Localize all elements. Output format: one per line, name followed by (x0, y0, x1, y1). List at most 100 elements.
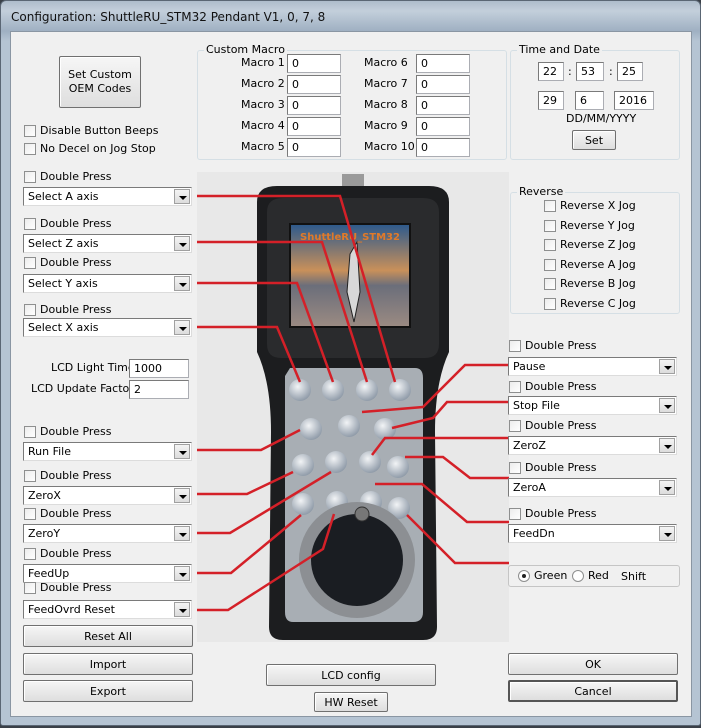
import-button[interactable]: Import (23, 653, 193, 675)
chevron-down-icon[interactable] (174, 189, 190, 204)
chevron-down-icon[interactable] (174, 566, 190, 581)
macro-field[interactable]: 0 (287, 117, 341, 136)
reverse-checkbox[interactable] (544, 278, 556, 290)
reverse-checkbox[interactable] (544, 258, 556, 271)
double-press-checkbox[interactable] (509, 381, 521, 393)
macro-field[interactable]: 0 (287, 96, 341, 115)
lcd-light-time-field[interactable]: 1000 (129, 359, 189, 378)
button-action-select[interactable]: ZeroA (508, 478, 677, 497)
double-press-checkbox[interactable] (24, 218, 36, 230)
chevron-down-icon[interactable] (659, 438, 675, 453)
button-action-select[interactable]: Select Z axis (23, 234, 192, 253)
lcd-update-factor-field[interactable]: 2 (129, 380, 189, 399)
no-decel-checkbox[interactable] (24, 143, 36, 155)
button-action-select[interactable]: FeedOvrd Reset (23, 600, 192, 619)
reverse-checkbox[interactable] (544, 219, 556, 232)
chevron-down-icon[interactable] (174, 320, 190, 335)
double-press-checkbox[interactable] (24, 548, 36, 560)
chevron-down-icon[interactable] (659, 480, 675, 495)
selected-action: FeedOvrd Reset (28, 603, 115, 616)
macro-label: Macro 4 (241, 119, 285, 132)
double-press-checkbox[interactable] (24, 470, 36, 482)
double-press-label: Double Press (40, 303, 112, 316)
export-button[interactable]: Export (23, 680, 193, 702)
double-press-checkbox[interactable] (24, 582, 36, 594)
shift-red-label: Red (588, 569, 609, 582)
chevron-down-icon[interactable] (174, 526, 190, 541)
macro-label: Macro 10 (364, 140, 415, 153)
minute-field[interactable]: 53 (576, 62, 604, 81)
hour-field[interactable]: 22 (538, 62, 564, 81)
macro-field[interactable]: 0 (416, 75, 470, 94)
double-press-checkbox[interactable] (24, 304, 36, 316)
reverse-title: Reverse (517, 185, 566, 198)
lcd-config-button[interactable]: LCD config (266, 664, 436, 686)
selected-action: Select A axis (28, 190, 99, 203)
macro-field[interactable]: 0 (416, 117, 470, 136)
reverse-label: Reverse X Jog (560, 199, 636, 212)
reset-all-button[interactable]: Reset All (23, 625, 193, 647)
chevron-down-icon[interactable] (659, 526, 675, 541)
chevron-down-icon[interactable] (174, 488, 190, 503)
ok-button[interactable]: OK (508, 653, 678, 675)
second-field[interactable]: 25 (617, 62, 643, 81)
lcd-update-factor-label: LCD Update Factor (31, 382, 134, 395)
button-action-select[interactable]: Stop File (508, 396, 677, 415)
macro-field[interactable]: 0 (287, 138, 341, 157)
pendant-key (322, 379, 344, 401)
double-press-checkbox[interactable] (24, 257, 36, 269)
chevron-down-icon[interactable] (659, 359, 675, 374)
window-title: Configuration: ShuttleRU_STM32 Pendant V… (11, 10, 326, 24)
double-press-checkbox[interactable] (509, 340, 521, 352)
double-press-checkbox[interactable] (509, 420, 521, 432)
chevron-down-icon[interactable] (174, 444, 190, 459)
button-action-select[interactable]: ZeroY (23, 524, 192, 543)
macro-label: Macro 5 (241, 140, 285, 153)
no-decel-label: No Decel on Jog Stop (40, 142, 156, 155)
reverse-checkbox[interactable] (544, 297, 556, 310)
chevron-down-icon[interactable] (174, 236, 190, 251)
cancel-button[interactable]: Cancel (508, 680, 678, 702)
button-action-select[interactable]: ZeroZ (508, 436, 677, 455)
set-time-button[interactable]: Set (572, 130, 616, 150)
macro-label: Macro 3 (241, 98, 285, 111)
double-press-checkbox[interactable] (24, 426, 36, 438)
double-press-label: Double Press (40, 547, 112, 560)
month-field[interactable]: 6 (575, 91, 604, 110)
double-press-checkbox[interactable] (509, 508, 521, 520)
selected-action: Stop File (513, 399, 560, 412)
reverse-checkbox[interactable] (544, 200, 556, 212)
chevron-down-icon[interactable] (659, 398, 675, 413)
config-window: Configuration: ShuttleRU_STM32 Pendant V… (0, 0, 701, 726)
year-field[interactable]: 2016 (614, 91, 654, 110)
double-press-checkbox[interactable] (509, 462, 521, 474)
button-action-select[interactable]: Select X axis (23, 318, 192, 337)
double-press-checkbox[interactable] (24, 171, 36, 183)
chevron-down-icon[interactable] (174, 602, 190, 617)
macro-field[interactable]: 0 (416, 54, 470, 73)
pendant-key (325, 451, 347, 473)
button-action-select[interactable]: Select A axis (23, 187, 192, 206)
macro-label: Macro 6 (364, 56, 408, 69)
button-action-select[interactable]: ZeroX (23, 486, 192, 505)
pendant-key (389, 379, 411, 401)
disable-beeps-checkbox[interactable] (24, 125, 36, 137)
double-press-label: Double Press (40, 425, 112, 438)
macro-field[interactable]: 0 (287, 54, 341, 73)
button-action-select[interactable]: Run File (23, 442, 192, 461)
macro-field[interactable]: 0 (416, 96, 470, 115)
shift-green-radio[interactable] (518, 570, 530, 582)
macro-field[interactable]: 0 (287, 75, 341, 94)
macro-field[interactable]: 0 (416, 138, 470, 157)
reverse-checkbox[interactable] (544, 239, 556, 251)
double-press-checkbox[interactable] (24, 508, 36, 520)
chevron-down-icon[interactable] (174, 276, 190, 291)
hw-reset-button[interactable]: HW Reset (314, 692, 388, 712)
button-action-select[interactable]: Select Y axis (23, 274, 192, 293)
set-custom-oem-codes-button[interactable]: Set Custom OEM Codes (59, 56, 141, 108)
day-field[interactable]: 29 (538, 91, 564, 110)
button-action-select[interactable]: Pause (508, 357, 677, 376)
shift-red-radio[interactable] (572, 570, 584, 582)
button-action-select[interactable]: FeedDn (508, 524, 677, 543)
macro-label: Macro 7 (364, 77, 408, 90)
